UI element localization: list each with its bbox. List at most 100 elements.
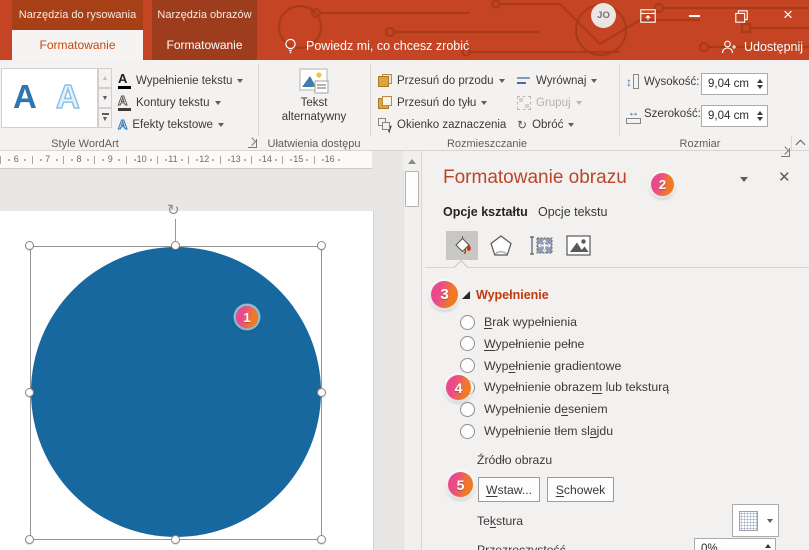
ruler-number: 13	[226, 154, 246, 164]
fill-option-row[interactable]: Wypełnienie deseniem	[460, 399, 608, 419]
spinner-arrows[interactable]	[765, 544, 775, 550]
height-value[interactable]: 9,04 cm	[702, 78, 757, 90]
dropdown-caret-icon	[591, 79, 597, 83]
text-fill-icon: A	[118, 72, 131, 89]
fill-section-header[interactable]: Wypełnienie	[476, 288, 549, 302]
selection-pane-label: Okienko zaznaczenia	[397, 119, 506, 131]
scrollbar-thumb[interactable]	[405, 171, 419, 207]
group-label-size: Rozmiar	[660, 138, 740, 150]
callout-marker-2: 2	[651, 173, 674, 196]
width-value[interactable]: 9,04 cm	[702, 110, 757, 122]
minimize-button[interactable]	[684, 6, 704, 26]
picture-icon	[566, 235, 591, 256]
radio-button-icon[interactable]	[460, 424, 475, 439]
radio-button-icon[interactable]	[460, 336, 475, 351]
texture-dropdown-button[interactable]	[732, 504, 779, 537]
height-icon: ↕	[626, 74, 639, 89]
spinner-arrows[interactable]	[757, 79, 767, 89]
wordart-style-1[interactable]: A	[13, 80, 37, 113]
pane-collapse-caret-icon[interactable]	[740, 177, 748, 182]
pane-tab-text-options[interactable]: Opcje tekstu	[538, 205, 607, 219]
size-properties-tab-button[interactable]	[523, 231, 557, 260]
group-label: Grupuj	[536, 97, 571, 109]
callout-marker-3: 3	[431, 281, 458, 308]
vertical-scrollbar[interactable]	[403, 151, 421, 550]
selection-pane-button[interactable]: Okienko zaznaczenia	[378, 116, 506, 133]
fill-line-tab-button[interactable]	[446, 231, 478, 260]
align-button[interactable]: Wyrównaj	[517, 72, 597, 89]
dropdown-caret-icon	[218, 123, 224, 127]
resize-handle-bottom-right[interactable]	[317, 535, 326, 544]
dropdown-caret-icon	[215, 101, 221, 105]
dropdown-caret-icon	[576, 101, 582, 105]
tab-format-picture[interactable]: Formatowanie	[152, 30, 257, 60]
transparency-value[interactable]: 0%	[695, 543, 765, 550]
radio-button-icon[interactable]	[460, 358, 475, 373]
slide-circle-shape[interactable]	[31, 247, 321, 537]
rotation-handle[interactable]: ↻	[167, 203, 180, 218]
contextual-header-drawing: Narzędzia do rysowania	[12, 0, 143, 30]
tell-me-box[interactable]: Powiedz mi, co chcesz zrobić	[284, 36, 469, 56]
resize-handle-top-left[interactable]	[25, 241, 34, 250]
transparency-spinner[interactable]: 0%	[694, 538, 776, 550]
resize-handle-middle-left[interactable]	[25, 388, 34, 397]
fill-options-list: Brak wypełnienia Wypełnienie pełne Wypeł…	[460, 312, 805, 447]
text-effects-label: Efekty tekstowe	[132, 119, 213, 131]
bring-forward-label: Przesuń do przodu	[397, 75, 494, 87]
ribbon-display-options-button[interactable]	[638, 6, 658, 26]
bring-forward-button[interactable]: Przesuń do przodu	[378, 72, 505, 89]
ruler-unit: 8	[63, 151, 95, 168]
share-button[interactable]: Udostępnij	[721, 38, 803, 56]
wordart-style-2[interactable]: A	[56, 80, 80, 113]
fill-option-row[interactable]: Wypełnienie obrazem lub teksturą	[460, 377, 669, 397]
horizontal-ruler[interactable]: 6 7 8 9 10 11	[0, 151, 372, 169]
insert-picture-button[interactable]: Wstaw...	[478, 477, 540, 502]
scrollbar-up-button[interactable]	[403, 153, 421, 170]
ruler-number: 6	[6, 154, 26, 164]
text-fill-label: Wypełnienie tekstu	[136, 75, 232, 87]
size-dialog-launcher[interactable]	[781, 148, 790, 157]
width-spinner[interactable]: 9,04 cm	[701, 105, 768, 127]
contextual-group-picture-tools: Narzędzia obrazów Formatowanie	[152, 0, 257, 60]
share-person-icon	[721, 40, 737, 54]
fill-option-row[interactable]: Wypełnienie pełne	[460, 334, 584, 354]
clipboard-button[interactable]: Schowek	[547, 477, 614, 502]
wordart-dialog-launcher[interactable]	[248, 139, 257, 148]
fill-option-row[interactable]: Brak wypełnienia	[460, 312, 577, 332]
section-expand-icon[interactable]	[462, 291, 470, 299]
radio-button-icon[interactable]	[460, 315, 475, 330]
resize-handle-bottom-center[interactable]	[171, 535, 180, 544]
ruler-number: 10	[132, 154, 152, 164]
text-outline-button[interactable]: A Kontury tekstu	[118, 94, 221, 111]
fill-option-row[interactable]: Wypełnienie tłem slajdu	[460, 421, 613, 441]
wordart-gallery[interactable]: A A	[1, 68, 98, 128]
radio-button-icon[interactable]	[460, 402, 475, 417]
resize-handle-top-right[interactable]	[317, 241, 326, 250]
resize-handle-middle-right[interactable]	[317, 388, 326, 397]
alt-text-button[interactable]: Tekst alternatywny	[266, 64, 362, 134]
tab-format-drawing[interactable]: Formatowanie	[12, 30, 143, 60]
pane-close-icon[interactable]: ✕	[778, 170, 791, 185]
close-button[interactable]: ×	[777, 4, 799, 26]
rotate-button[interactable]: ↻ Obróć	[517, 116, 574, 133]
resize-handle-bottom-left[interactable]	[25, 535, 34, 544]
wordart-scroll-up-button[interactable]: ▲	[98, 68, 112, 88]
title-bar: Narzędzia do rysowania Formatowanie Narz…	[0, 0, 809, 60]
send-backward-button[interactable]: Przesuń do tyłu	[378, 94, 487, 111]
texture-swatch-icon	[739, 511, 758, 531]
wordart-more-button[interactable]: ▼	[98, 108, 112, 128]
spinner-arrows[interactable]	[757, 111, 767, 121]
wordart-scroll-down-button[interactable]: ▼	[98, 88, 112, 108]
effects-tab-button[interactable]	[486, 231, 516, 260]
resize-handle-top-center[interactable]	[171, 241, 180, 250]
pane-tab-shape-options[interactable]: Opcje kształtu	[443, 205, 528, 219]
text-effects-button[interactable]: A Efekty tekstowe	[118, 116, 224, 133]
fill-option-label: Wypełnienie gradientowe	[484, 359, 621, 373]
picture-tab-button[interactable]	[561, 231, 595, 260]
account-avatar[interactable]: JO	[591, 3, 616, 28]
restore-button[interactable]	[731, 6, 751, 26]
fill-option-row[interactable]: Wypełnienie gradientowe	[460, 356, 621, 376]
height-spinner[interactable]: 9,04 cm	[701, 73, 768, 95]
ruler-unit: 10	[126, 151, 158, 168]
text-fill-button[interactable]: A Wypełnienie tekstu	[118, 72, 243, 89]
